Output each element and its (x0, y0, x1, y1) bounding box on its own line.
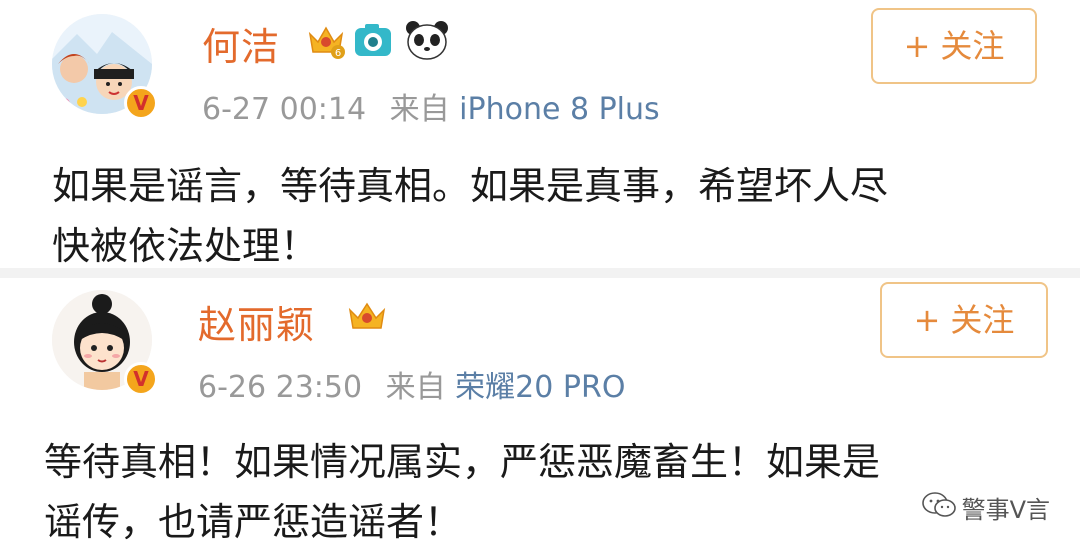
post-time: 6-27 00:14 (202, 92, 367, 127)
watermark: 警事V言 (921, 490, 1050, 525)
follow-button[interactable]: + 关注 (880, 282, 1048, 358)
svg-text:6: 6 (335, 48, 341, 59)
plus-icon: + (903, 27, 931, 65)
verified-badge: V (124, 362, 158, 396)
post-source[interactable]: iPhone 8 Plus (459, 92, 660, 127)
source-prefix: 来自 (389, 92, 450, 127)
post-content: 等待真相！如果情况属实，严惩恶魔畜生！如果是 谣传，也请严惩造谣者！ (44, 432, 880, 552)
post-meta: 6-26 23:50 来自 荣耀20 PRO (198, 362, 625, 406)
weibo-post-1: V 何洁 6 6-27 00:14 来自 iPhone 8 Plus + 关注 … (0, 0, 1080, 268)
follow-label: 关注 (940, 27, 1005, 65)
post-content-line: 等待真相！如果情况属实，严惩恶魔畜生！如果是 (44, 440, 881, 484)
wechat-icon (921, 491, 956, 524)
post-content-line: 如果是谣言，等待真相。如果是真事，希望坏人尽 (52, 164, 889, 208)
watermark-text: 警事V言 (961, 496, 1050, 524)
user-name[interactable]: 赵丽颖 (198, 294, 315, 349)
post-content-line: 快被依法处理！ (52, 224, 319, 268)
post-divider (0, 268, 1080, 278)
post-source[interactable]: 荣耀20 PRO (455, 370, 625, 405)
weibo-post-2: V 赵丽颖 6-26 23:50 来自 荣耀20 PRO + 关注 等待真相！如果… (0, 278, 1080, 551)
post-meta: 6-27 00:14 来自 iPhone 8 Plus (202, 84, 660, 128)
source-prefix: 来自 (385, 370, 446, 405)
verified-badge: V (124, 86, 158, 120)
user-name[interactable]: 何洁 (202, 16, 280, 71)
plus-icon: + (913, 301, 941, 339)
post-time: 6-26 23:50 (198, 370, 363, 405)
follow-label: 关注 (950, 301, 1015, 339)
camera-badge-icon (352, 20, 394, 64)
follow-button[interactable]: + 关注 (871, 8, 1037, 84)
post-content: 如果是谣言，等待真相。如果是真事，希望坏人尽 快被依法处理！ (52, 156, 888, 276)
crown-level-badge-icon: 6 (306, 20, 346, 64)
crown-badge-icon (346, 296, 388, 340)
panda-badge-icon (404, 18, 450, 66)
post-content-line: 谣传，也请严惩造谣者！ (44, 500, 463, 544)
